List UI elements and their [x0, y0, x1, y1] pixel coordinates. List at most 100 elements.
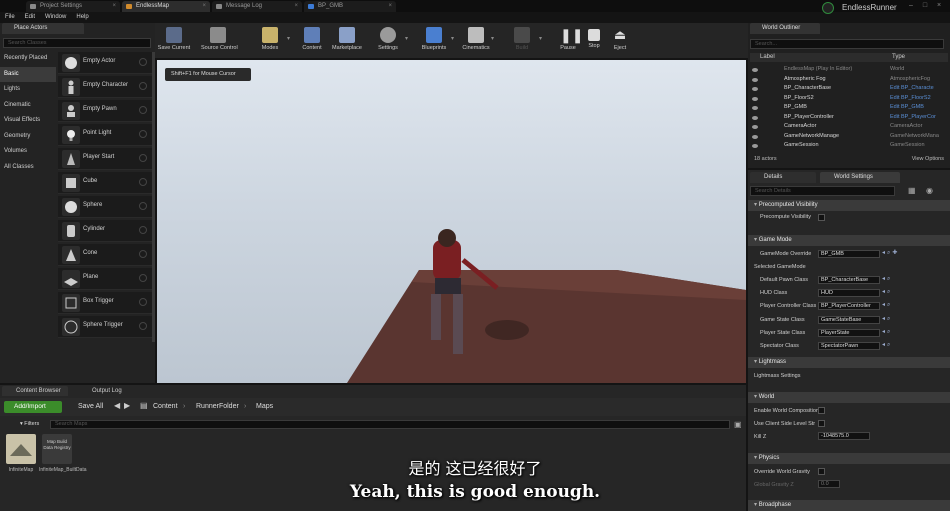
- menu-window[interactable]: Window: [40, 12, 71, 23]
- back-icon[interactable]: ◀: [114, 401, 120, 410]
- section-precomputed-visibility[interactable]: Precomputed Visibility: [748, 200, 950, 211]
- cinematics-button[interactable]: Cinematics: [459, 25, 493, 57]
- tab-output-log[interactable]: Output Log: [78, 386, 134, 396]
- kill-z-input[interactable]: -1048575.0: [818, 432, 870, 440]
- filters-button[interactable]: ▾ Filters: [20, 420, 46, 429]
- help-icon[interactable]: [139, 106, 147, 114]
- eye-icon[interactable]: [752, 68, 758, 72]
- settings-button[interactable]: Settings: [371, 25, 405, 57]
- menu-file[interactable]: File: [0, 12, 20, 23]
- grid-view-icon[interactable]: ▦: [908, 186, 916, 195]
- outliner-row[interactable]: GameSession GameSession: [750, 141, 946, 151]
- outliner-row[interactable]: BP_GMB Edit BP_GMB: [750, 103, 946, 113]
- help-icon[interactable]: [139, 274, 147, 282]
- help-icon[interactable]: [139, 226, 147, 234]
- hud-class-select[interactable]: HUD: [818, 289, 880, 297]
- actor-item-cube[interactable]: Cube: [58, 172, 152, 194]
- chevron-down-icon[interactable]: ▾: [405, 35, 408, 42]
- help-icon[interactable]: [139, 154, 147, 162]
- actor-item-empty-actor[interactable]: Empty Actor: [58, 52, 152, 74]
- world-composition-checkbox[interactable]: [818, 407, 825, 414]
- eye-icon[interactable]: [752, 144, 758, 148]
- section-world[interactable]: World: [748, 392, 950, 403]
- browse-icons[interactable]: ◂⌕: [882, 301, 906, 309]
- browse-icons[interactable]: ◂⌕: [882, 328, 906, 336]
- view-options-button[interactable]: View Options: [912, 154, 944, 164]
- build-button[interactable]: Build: [505, 25, 539, 57]
- place-actors-search-input[interactable]: Search Classes: [3, 38, 151, 48]
- close-window-icon[interactable]: ×: [934, 2, 944, 11]
- precompute-visibility-checkbox[interactable]: [818, 214, 825, 221]
- marketplace-button[interactable]: Marketplace: [330, 25, 364, 57]
- place-actors-tab[interactable]: Place Actors: [2, 23, 84, 34]
- content-button[interactable]: Content: [295, 25, 329, 57]
- breadcrumb-content[interactable]: Content: [153, 401, 178, 413]
- category-cinematic[interactable]: Cinematic: [0, 98, 56, 114]
- default-pawn-select[interactable]: BP_CharacterBase: [818, 276, 880, 284]
- category-visual-effects[interactable]: Visual Effects: [0, 113, 56, 129]
- browse-icons[interactable]: ◂⌕✚: [882, 249, 906, 257]
- category-volumes[interactable]: Volumes: [0, 144, 56, 160]
- section-lightmass[interactable]: Lightmass: [748, 357, 950, 368]
- eject-button[interactable]: ⏏ Eject: [603, 25, 637, 57]
- tab-world-settings[interactable]: World Settings: [820, 172, 900, 183]
- help-icon[interactable]: [139, 298, 147, 306]
- outliner-row[interactable]: BP_PlayerController Edit BP_PlayerCor: [750, 113, 946, 123]
- save-current-button[interactable]: Save Current: [157, 25, 191, 57]
- breadcrumb-maps[interactable]: Maps: [256, 401, 273, 413]
- tab-details[interactable]: Details: [750, 172, 816, 183]
- eye-icon[interactable]: [752, 77, 758, 82]
- place-actors-scrollbar[interactable]: [152, 52, 155, 342]
- forward-icon[interactable]: ▶: [124, 401, 130, 410]
- add-import-button[interactable]: Add/Import: [4, 401, 62, 413]
- help-icon[interactable]: [139, 130, 147, 138]
- menu-edit[interactable]: Edit: [20, 12, 40, 23]
- menu-help[interactable]: Help: [71, 12, 93, 23]
- close-icon[interactable]: ×: [112, 1, 116, 12]
- collections-icon[interactable]: ▣: [734, 420, 742, 429]
- chevron-down-icon[interactable]: ▾: [539, 35, 542, 42]
- tab-project-settings[interactable]: Project Settings ×: [26, 1, 120, 12]
- eye-icon[interactable]: [752, 125, 758, 129]
- eye-icon[interactable]: [752, 96, 758, 101]
- category-basic[interactable]: Basic: [0, 66, 56, 82]
- eye-icon[interactable]: [752, 106, 758, 110]
- help-icon[interactable]: [139, 250, 147, 258]
- actor-item-point-light[interactable]: Point Light: [58, 124, 152, 146]
- close-icon[interactable]: ×: [202, 1, 206, 12]
- category-lights[interactable]: Lights: [0, 82, 56, 98]
- game-state-select[interactable]: GameStateBase: [818, 316, 880, 324]
- actor-item-cone[interactable]: Cone: [58, 244, 152, 266]
- category-recently-placed[interactable]: Recently Placed: [0, 51, 56, 67]
- actor-item-box-trigger[interactable]: Box Trigger: [58, 292, 152, 314]
- content-search-input[interactable]: Search Maps: [50, 420, 730, 429]
- actor-item-empty-character[interactable]: Empty Character: [58, 76, 152, 98]
- eye-icon[interactable]: [752, 115, 758, 120]
- outliner-row[interactable]: Atmospheric Fog AtmosphericFog: [750, 75, 946, 85]
- actor-item-cylinder[interactable]: Cylinder: [58, 220, 152, 242]
- outliner-row[interactable]: BP_FloorS2 Edit BP_FloorS2: [750, 94, 946, 104]
- browse-icons[interactable]: ◂⌕: [882, 275, 906, 283]
- section-game-mode[interactable]: Game Mode: [748, 235, 950, 246]
- minimize-icon[interactable]: –: [906, 2, 916, 11]
- help-icon[interactable]: [139, 58, 147, 66]
- chevron-down-icon[interactable]: ▾: [491, 35, 494, 42]
- eye-icon[interactable]: [752, 134, 758, 139]
- outliner-row[interactable]: GameNetworkManage GameNetworkMana: [750, 132, 946, 142]
- details-search-input[interactable]: Search Details: [750, 186, 895, 196]
- browse-icons[interactable]: ◂⌕: [882, 315, 906, 323]
- close-icon[interactable]: ×: [294, 1, 298, 12]
- breadcrumb-runnerfolder[interactable]: RunnerFolder: [196, 401, 239, 413]
- outliner-row[interactable]: BP_CharacterBase Edit BP_Characte: [750, 84, 946, 94]
- browse-icons[interactable]: ◂⌕: [882, 288, 906, 296]
- actor-item-sphere[interactable]: Sphere: [58, 196, 152, 218]
- actor-item-empty-pawn[interactable]: Empty Pawn: [58, 100, 152, 122]
- tab-message-log[interactable]: Message Log ×: [212, 1, 302, 12]
- help-icon[interactable]: [139, 82, 147, 90]
- eye-icon[interactable]: ◉: [926, 186, 933, 195]
- actor-item-sphere-trigger[interactable]: Sphere Trigger: [58, 316, 152, 338]
- browse-icons[interactable]: ◂⌕: [882, 341, 906, 349]
- outliner-row[interactable]: CameraActor CameraActor: [750, 122, 946, 132]
- player-state-select[interactable]: PlayerState: [818, 329, 880, 337]
- spectator-class-select[interactable]: SpectatorPawn: [818, 342, 880, 350]
